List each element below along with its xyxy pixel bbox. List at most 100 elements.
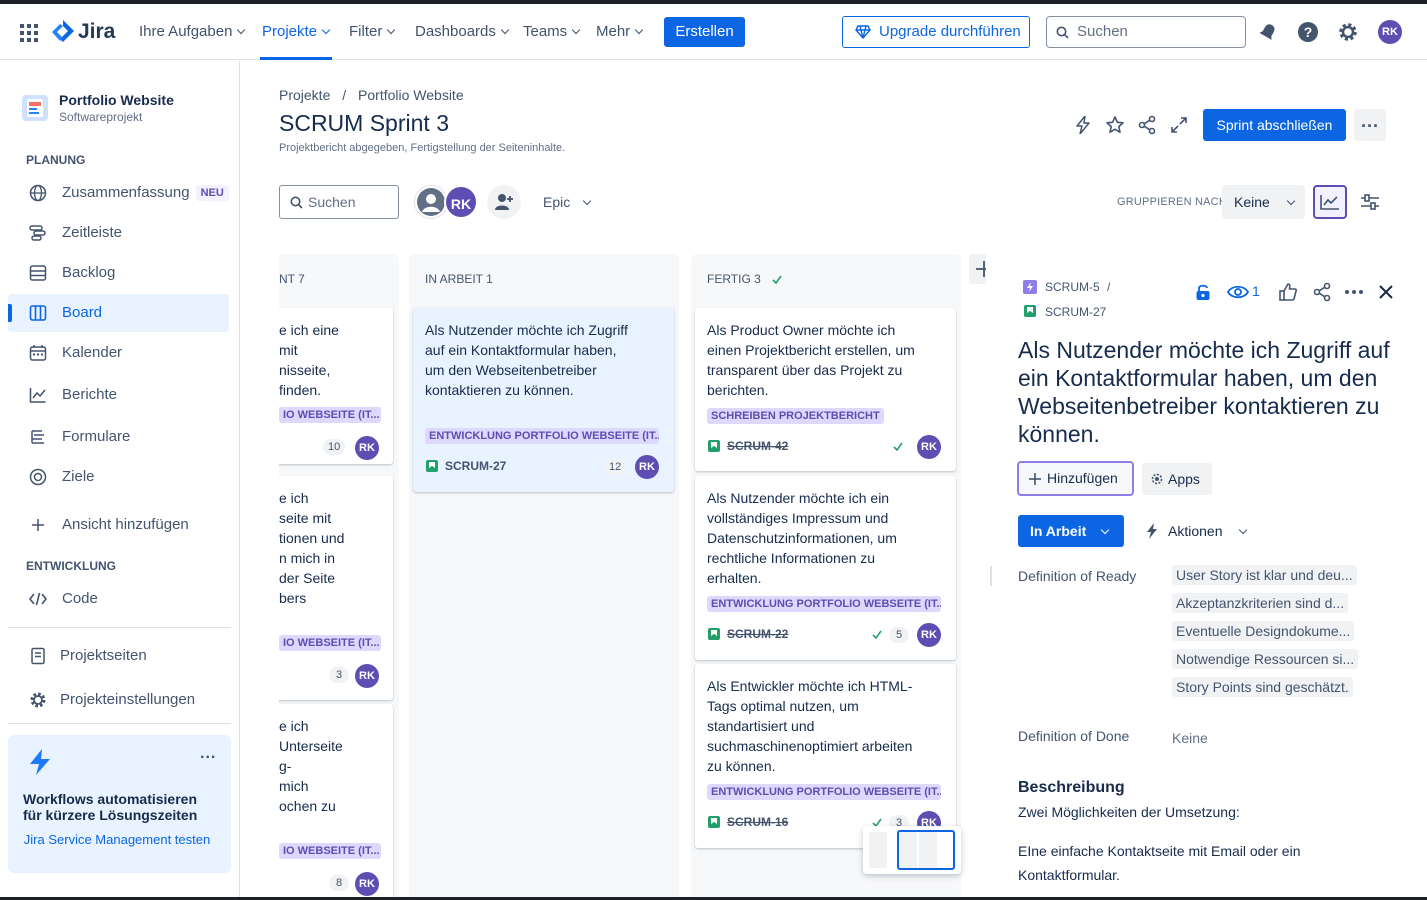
sidebar-item-berichte[interactable]: Berichte xyxy=(8,376,229,414)
avatar-filter-rk[interactable]: RK xyxy=(444,185,478,219)
group-by-dropdown[interactable]: Keine xyxy=(1222,185,1305,219)
issue-card-scrum-42[interactable]: Als Product Owner möchte ich einen Proje… xyxy=(695,308,956,471)
summary-line: mich xyxy=(279,778,309,794)
epic-lozenge[interactable]: IO WEBSEITE (IT... xyxy=(279,635,381,651)
board-minimap[interactable] xyxy=(863,826,961,874)
jira-logo[interactable]: Jira xyxy=(52,18,115,46)
create-button[interactable]: Erstellen xyxy=(664,17,745,47)
unassigned-avatar-filter[interactable] xyxy=(415,186,447,218)
add-button[interactable]: Hinzufügen xyxy=(1017,461,1134,496)
insights-chart-icon[interactable] xyxy=(1313,185,1347,219)
issue-key[interactable]: SCRUM-16 xyxy=(727,815,788,829)
search-input[interactable]: Suchen xyxy=(1046,16,1246,48)
sidebar-item-ziele[interactable]: Ziele xyxy=(8,458,229,496)
parent-issue-key[interactable]: SCRUM-5 / xyxy=(1045,280,1110,294)
apps-button[interactable]: Apps xyxy=(1142,463,1212,495)
sidebar-item-backlog[interactable]: Backlog xyxy=(8,254,229,292)
star-icon[interactable] xyxy=(1104,114,1126,136)
epic-filter-dropdown[interactable]: Epic xyxy=(534,185,600,219)
breadcrumb-projekte[interactable]: Projekte xyxy=(279,87,330,103)
breadcrumb: Projekte / Portfolio Website xyxy=(279,87,464,103)
share-icon[interactable] xyxy=(1310,280,1334,304)
sidebar-item-code[interactable]: Code xyxy=(8,580,229,618)
breadcrumb-project[interactable]: Portfolio Website xyxy=(358,87,464,103)
description-line[interactable]: Zwei Möglichkeiten der Umsetzung: xyxy=(1018,804,1240,820)
watch-eye-icon[interactable] xyxy=(1226,280,1250,304)
dor-tag[interactable]: Eventuelle Designdokume... xyxy=(1172,621,1355,641)
epic-lozenge[interactable]: SCHREIBEN PROJEKTBERICHT xyxy=(707,408,884,424)
epic-lozenge[interactable]: IO WEBSEITE (IT... xyxy=(279,407,381,423)
sidebar-item-ansicht-hinzufuegen[interactable]: Ansicht hinzufügen xyxy=(8,506,229,544)
project-avatar[interactable] xyxy=(22,95,48,121)
sidebar-item-projektseiten[interactable]: Projektseiten xyxy=(8,637,229,675)
complete-sprint-button[interactable]: Sprint abschließen xyxy=(1203,109,1346,141)
sidebar-item-label: Ziele xyxy=(62,468,95,485)
dor-tag[interactable]: Story Points sind geschätzt. xyxy=(1172,677,1353,697)
description-line[interactable]: EIne einfache Kontaktseite mit Email ode… xyxy=(1018,839,1348,887)
more-actions-button[interactable]: ... xyxy=(1354,109,1386,141)
settings-gear-icon[interactable] xyxy=(1336,20,1360,44)
issue-card-scrum-16[interactable]: Als Entwickler möchte ich HTML-Tags opti… xyxy=(695,664,956,848)
epic-lozenge[interactable]: IO WEBSEITE (IT... xyxy=(279,843,381,859)
issue-card[interactable]: e ich seite mit tionen und n mich in der… xyxy=(279,476,393,700)
status-dropdown[interactable]: In Arbeit xyxy=(1018,515,1124,547)
nav-mehr[interactable]: Mehr xyxy=(596,4,644,60)
sidebar-item-formulare[interactable]: Formulare xyxy=(8,418,229,456)
board-search-input[interactable]: Suchen xyxy=(279,185,399,219)
assignee-avatar[interactable]: RK xyxy=(355,664,379,688)
create-column-button[interactable] xyxy=(969,254,986,284)
sidebar-item-board[interactable]: Board xyxy=(8,294,229,332)
assignee-avatar[interactable]: RK xyxy=(355,436,379,460)
automation-lightning-icon[interactable] xyxy=(1072,114,1094,136)
sidebar-item-projekteinstellungen[interactable]: Projekteinstellungen xyxy=(8,681,229,719)
thumbs-up-icon[interactable] xyxy=(1276,280,1300,304)
nav-teams[interactable]: Teams xyxy=(523,4,581,60)
dor-tag[interactable]: Notwendige Ressourcen si... xyxy=(1172,649,1359,669)
assignee-avatar[interactable]: RK xyxy=(635,455,659,479)
issue-key[interactable]: SCRUM-42 xyxy=(727,439,788,453)
epic-lozenge[interactable]: ENTWICKLUNG PORTFOLIO WEBSEITE (IT... xyxy=(707,784,941,800)
assignee-avatar[interactable]: RK xyxy=(917,623,941,647)
notifications-icon[interactable] xyxy=(1256,20,1280,44)
assignee-avatar[interactable]: RK xyxy=(355,872,379,896)
issue-card-scrum-22[interactable]: Als Nutzender möchte ich ein vollständig… xyxy=(695,476,956,660)
more-horizontal-icon[interactable] xyxy=(1342,280,1366,304)
add-people-icon[interactable] xyxy=(487,185,521,219)
issue-key[interactable]: SCRUM-22 xyxy=(727,627,788,641)
nav-ihre-aufgaben[interactable]: Ihre Aufgaben xyxy=(139,4,246,60)
issue-card[interactable]: e ich Unterseite g- mich ochen zu IO WEB… xyxy=(279,704,393,900)
dor-tag[interactable]: User Story ist klar und deu... xyxy=(1172,565,1357,585)
sidebar-item-kalender[interactable]: Kalender xyxy=(8,334,229,372)
issue-key[interactable]: SCRUM-27 xyxy=(445,459,506,473)
close-icon[interactable] xyxy=(1374,280,1398,304)
upgrade-button[interactable]: Upgrade durchführen xyxy=(842,16,1030,48)
share-icon[interactable] xyxy=(1136,114,1158,136)
issue-card-scrum-27[interactable]: Als Nutzender möchte ich Zugriff auf ein… xyxy=(413,308,674,492)
sidebar-item-zusammenfassung[interactable]: Zusammenfassung NEU xyxy=(8,174,229,212)
issue-card[interactable]: e ich eine mit nisseite, finden. IO WEBS… xyxy=(279,308,393,464)
issue-key-link[interactable]: SCRUM-27 xyxy=(1045,305,1106,319)
dor-tag[interactable]: Akzeptanzkriterien sind d... xyxy=(1172,593,1349,613)
help-icon[interactable]: ? xyxy=(1296,20,1320,44)
promo-link[interactable]: Jira Service Management testen xyxy=(23,832,211,847)
definition-of-done-value[interactable]: Keine xyxy=(1172,730,1208,746)
app-switcher-icon[interactable] xyxy=(20,24,38,42)
assignee-avatar[interactable]: RK xyxy=(917,435,941,459)
epic-lozenge[interactable]: ENTWICKLUNG PORTFOLIO WEBSEITE (IT... xyxy=(425,428,659,444)
issue-summary-title[interactable]: Als Nutzender möchte ich Zugriff auf ein… xyxy=(1018,336,1403,448)
sidebar-item-zeitleiste[interactable]: Zeitleiste xyxy=(8,214,229,252)
nav-projekte[interactable]: Projekte xyxy=(262,4,331,60)
epic-lozenge[interactable]: ENTWICKLUNG PORTFOLIO WEBSEITE (IT... xyxy=(707,596,941,612)
nav-dashboards[interactable]: Dashboards xyxy=(415,4,510,60)
panel-resize-handle[interactable] xyxy=(990,566,992,586)
minimap-viewport[interactable] xyxy=(897,830,955,870)
project-name[interactable]: Portfolio Website xyxy=(59,92,174,108)
fullscreen-icon[interactable] xyxy=(1168,114,1190,136)
user-avatar[interactable]: RK xyxy=(1378,20,1402,44)
promo-more-button[interactable]: ... xyxy=(200,745,216,763)
actions-dropdown[interactable]: Aktionen xyxy=(1142,515,1252,547)
view-settings-icon[interactable] xyxy=(1355,185,1385,219)
nav-filter[interactable]: Filter xyxy=(349,4,396,60)
lock-icon[interactable] xyxy=(1192,280,1214,304)
watchers-count[interactable]: 1 xyxy=(1252,283,1260,299)
